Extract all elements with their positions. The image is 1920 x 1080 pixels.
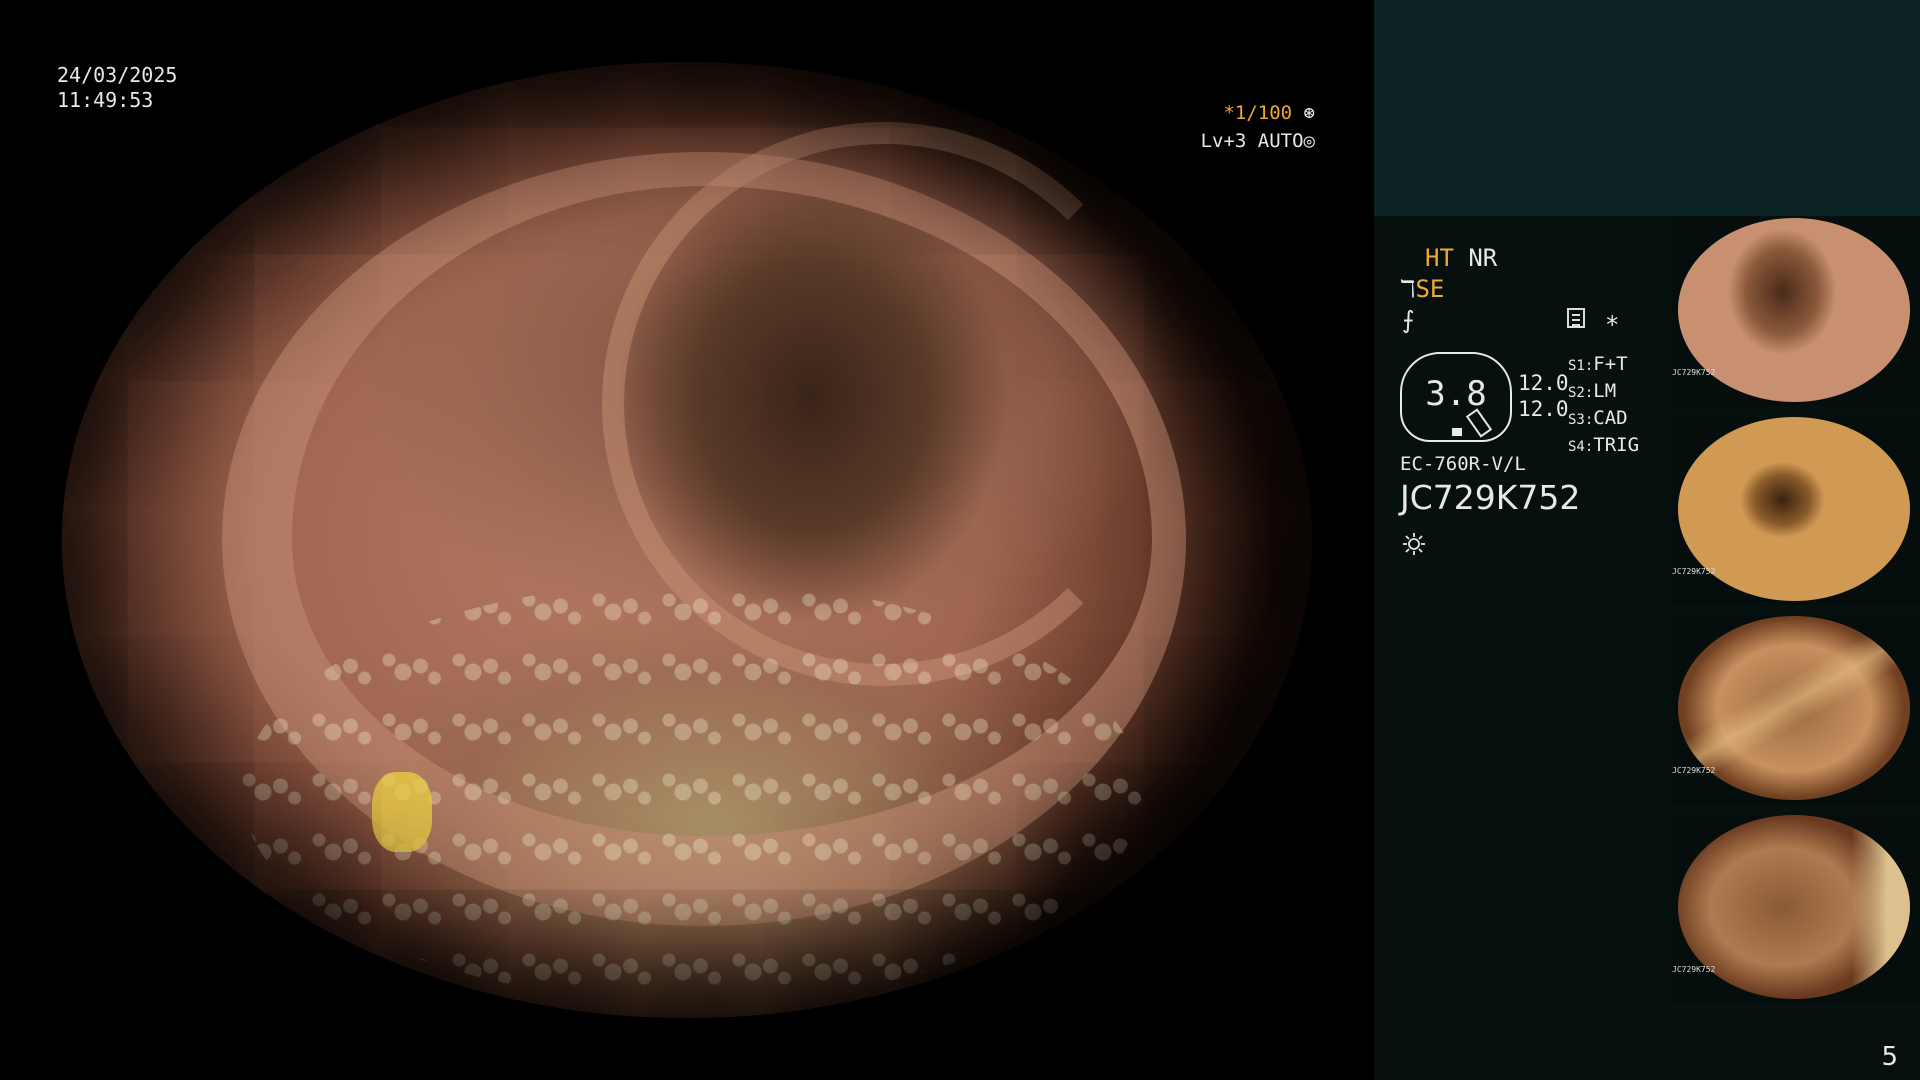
scope-model: EC-760R-V/L	[1400, 453, 1526, 475]
scope-switch-list: S1:F+T S2:LM S3:CAD S4:TRIG	[1568, 352, 1639, 460]
se-indicator: ℸSE	[1400, 275, 1444, 303]
se-text: SE	[1415, 275, 1445, 303]
scope-switch-item: S4:TRIG	[1568, 434, 1640, 456]
ht-nr-indicator: HT NR	[1425, 244, 1497, 272]
scope-serial: JC729K752	[1400, 478, 1581, 517]
time-text: 11:49:53	[57, 88, 154, 112]
page-number: 5	[1881, 1042, 1898, 1072]
structure-icon: ℸ	[1400, 275, 1416, 303]
datetime-readout: 24/03/2025 11:49:53	[57, 63, 177, 113]
lens-vignette	[62, 62, 1312, 1018]
capture-thumbnail[interactable]: JC729K752	[1670, 218, 1920, 406]
thumbnail-label: JC729K752	[1672, 965, 1716, 974]
exposure-readout: *1/100 ⊛ Lv+3 AUTO◎	[1201, 99, 1315, 155]
scope-switch-item: S2:LM	[1568, 380, 1617, 402]
asterisk-icon: ∗	[1605, 306, 1620, 334]
endoscopy-screen: 24/03/2025 11:49:53 *1/100 ⊛ Lv+3 AUTO◎ …	[0, 0, 1920, 1080]
capture-thumbnail[interactable]: JC729K752	[1670, 815, 1920, 1003]
level-text: Lv+3 AUTO	[1200, 130, 1304, 152]
scope-switch-item: S1:F+T	[1568, 353, 1628, 375]
enhance-icon: ⨍	[1402, 306, 1415, 334]
nr-text: NR	[1468, 244, 1498, 272]
gauge-block-icon	[1452, 428, 1462, 436]
record-icon	[1567, 308, 1585, 328]
brightness-icon	[1403, 533, 1425, 555]
auto-icon: ◎	[1303, 130, 1315, 152]
magnification-gauge: 3.8	[1400, 352, 1512, 442]
thumbnail-label: JC729K752	[1672, 766, 1716, 775]
capture-thumbnail[interactable]: JC729K752	[1670, 616, 1920, 804]
capture-thumbnail[interactable]: JC729K752	[1670, 417, 1920, 605]
value-2: 12.0	[1518, 397, 1569, 421]
thumbnail-label: JC729K752	[1672, 368, 1716, 377]
ht-text: HT	[1425, 244, 1454, 272]
aperture-icon: ⊛	[1292, 102, 1315, 124]
thumbnail-label: JC729K752	[1672, 567, 1716, 576]
shutter-text: *1/100	[1223, 102, 1293, 124]
value-readout: 12.0 12.0	[1518, 370, 1569, 422]
value-1: 12.0	[1518, 371, 1569, 395]
endoscopic-view	[62, 62, 1312, 1018]
date-text: 24/03/2025	[57, 63, 178, 87]
panel-header-area	[1374, 0, 1920, 216]
scope-switch-item: S3:CAD	[1568, 407, 1628, 429]
gauge-value: 3.8	[1425, 374, 1487, 414]
